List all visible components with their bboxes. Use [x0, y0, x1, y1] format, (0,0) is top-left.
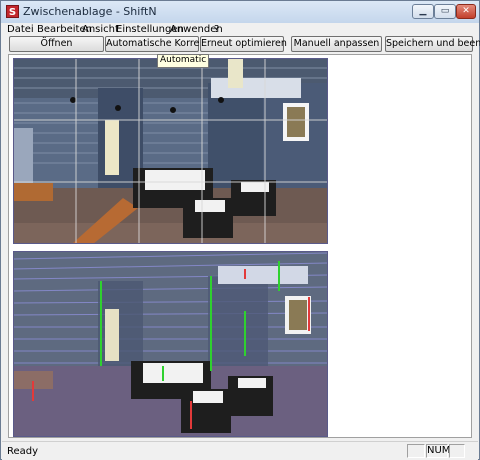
manual-adjust-button[interactable]: Manuell anpassen — [291, 36, 382, 52]
num-lock-indicator: NUM — [426, 444, 451, 458]
minimize-button[interactable]: ▁ — [412, 4, 434, 19]
corrected-preview-image[interactable] — [13, 58, 328, 244]
status-pane-empty-2 — [449, 444, 465, 458]
toolbar: Öffnen Automatische Korrektur Erneut opt… — [1, 34, 480, 52]
app-window: S Zwischenablage - ShiftN ▁ ▭ ✕ Datei Be… — [0, 0, 480, 460]
tooltip: Automatic — [157, 54, 210, 68]
status-bar: Ready NUM — [2, 441, 478, 460]
open-button[interactable]: Öffnen — [9, 36, 104, 52]
status-text: Ready — [7, 446, 39, 457]
close-button[interactable]: ✕ — [456, 4, 476, 19]
title-bar[interactable]: S Zwischenablage - ShiftN ▁ ▭ ✕ — [1, 1, 479, 23]
status-pane-empty — [407, 444, 425, 458]
window-title: Zwischenablage - ShiftN — [23, 5, 157, 18]
save-exit-button[interactable]: Speichern und beenden — [385, 36, 480, 52]
edge-detection-image[interactable] — [13, 251, 328, 437]
maximize-button[interactable]: ▭ — [434, 4, 456, 19]
auto-correct-button[interactable]: Automatische Korrektur — [105, 36, 219, 52]
reoptimize-button[interactable]: Erneut optimieren — [200, 36, 287, 52]
app-icon: S — [6, 5, 19, 18]
